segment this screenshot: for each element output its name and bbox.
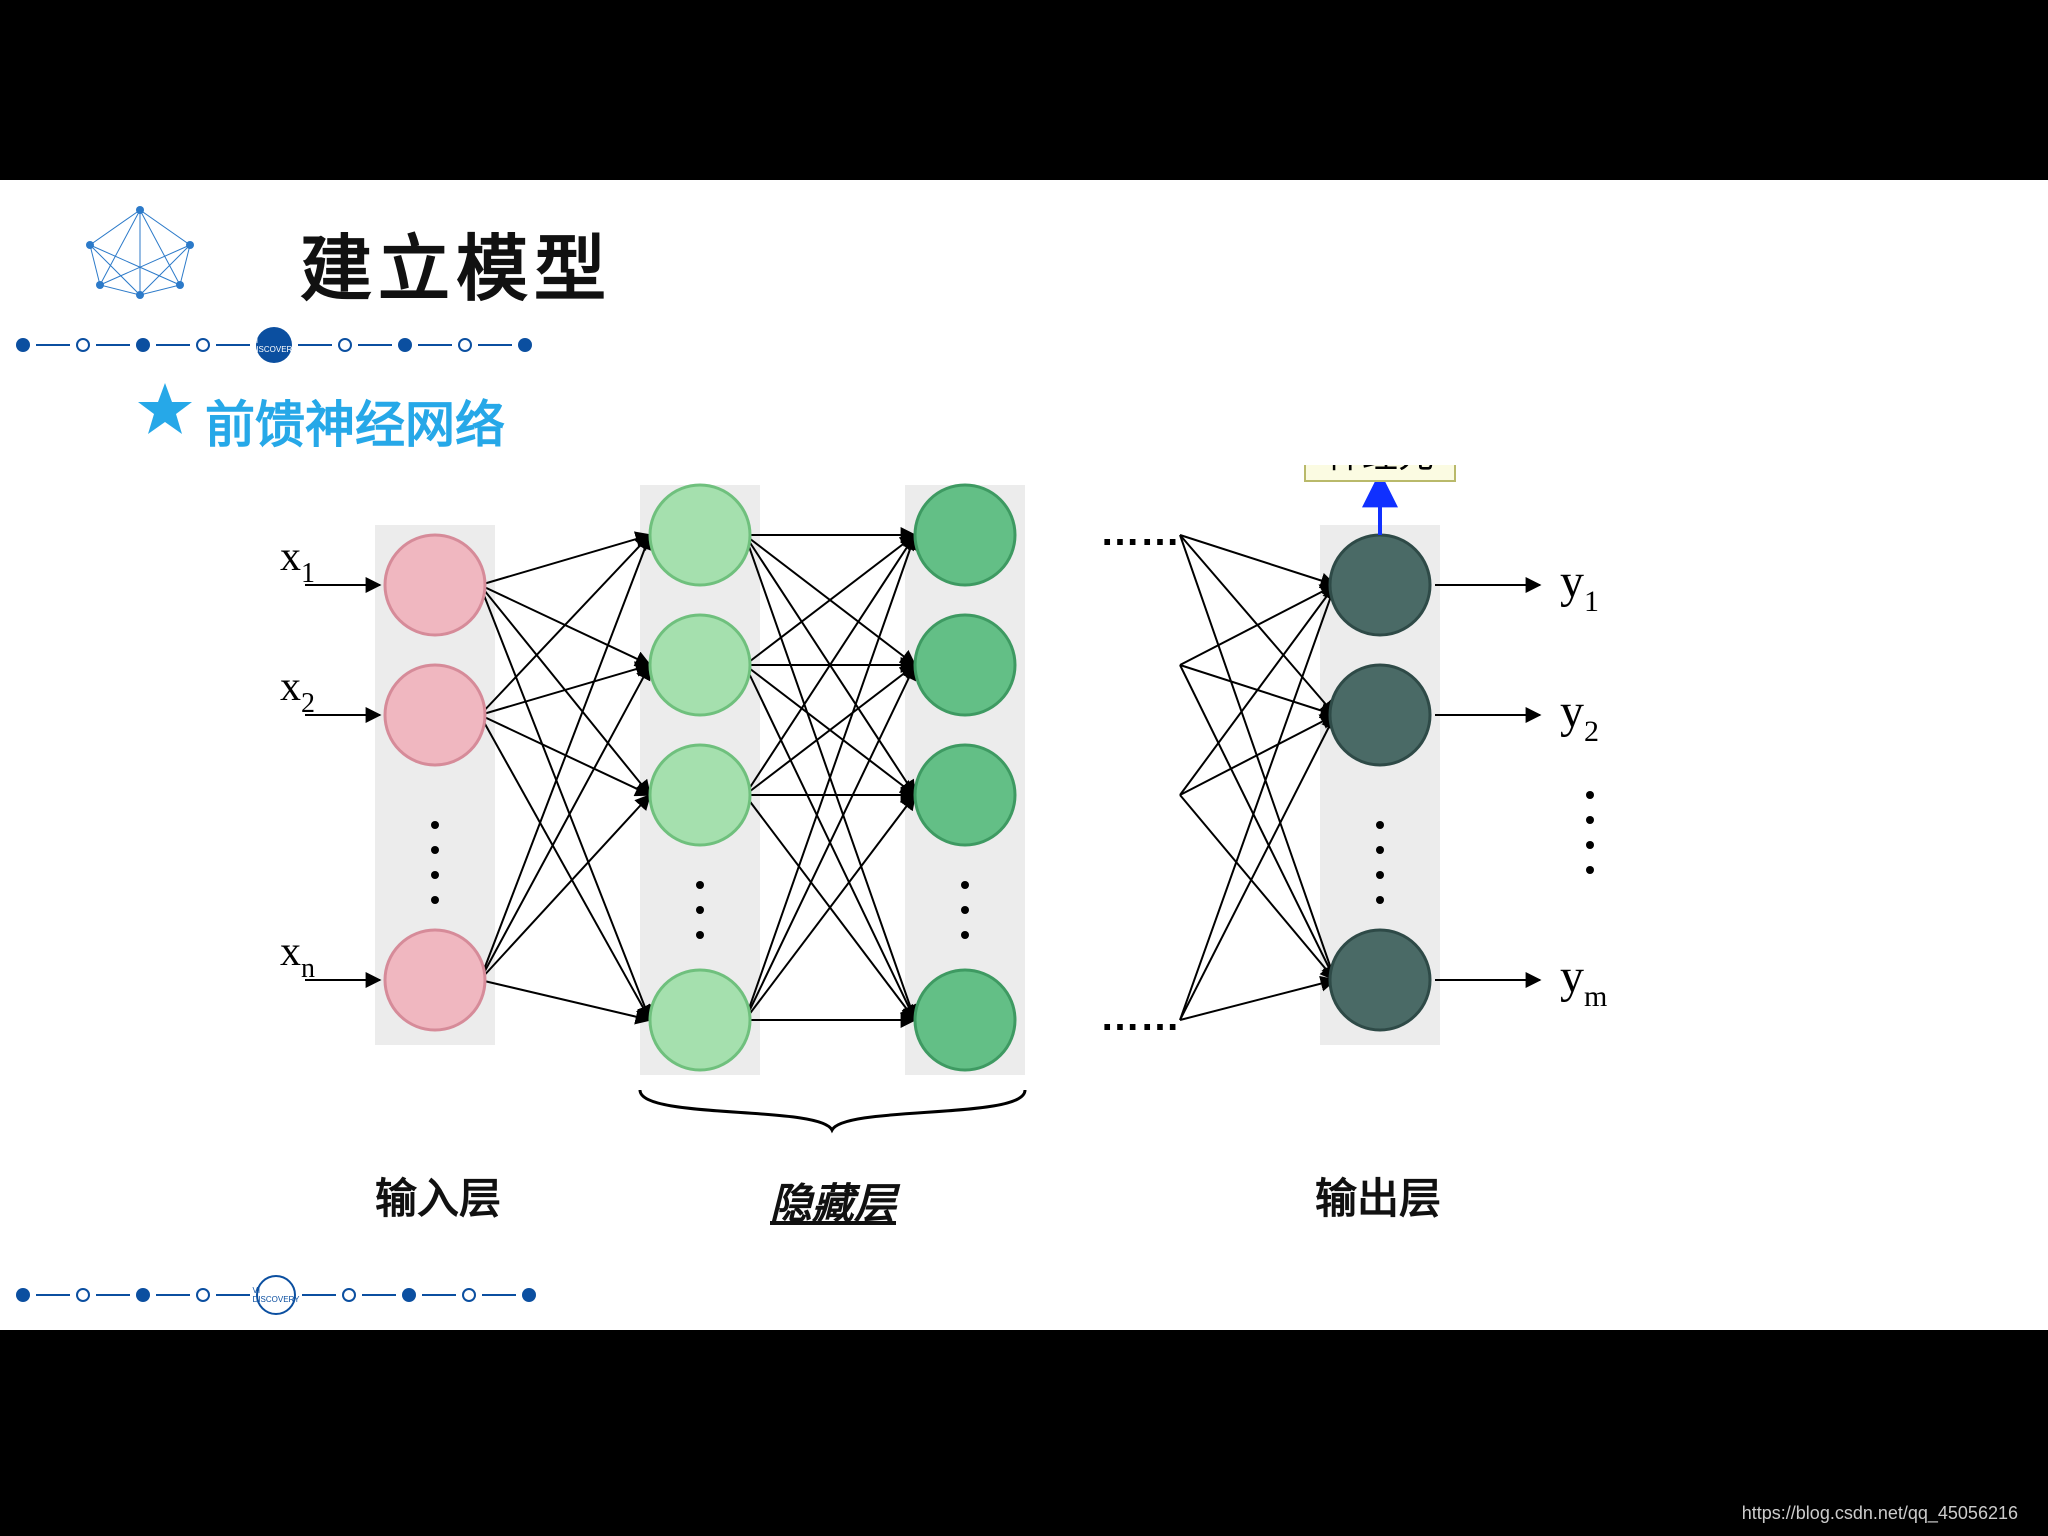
- svg-text:y1: y1: [1560, 555, 1599, 618]
- slide-title: 建立模型: [300, 210, 612, 315]
- decorative-chain-top: AI DISCOVERY: [10, 330, 538, 360]
- svg-text:x2: x2: [280, 664, 315, 719]
- svg-text:ym: ym: [1560, 950, 1607, 1013]
- stage: 建立模型 AI DISCOVERY 前馈神经网络: [0, 0, 2048, 1536]
- watermark: https://blog.csdn.net/qq_45056216: [1742, 1503, 2018, 1524]
- slide-subtitle: 前馈神经网络: [205, 385, 505, 457]
- input-layer-label: 输入层: [375, 1165, 501, 1226]
- svg-text:……: ……: [1100, 995, 1180, 1039]
- badge-label: AI DISCOVERY: [251, 336, 298, 354]
- neuron-callout: 神经元: [1305, 465, 1455, 481]
- brain-network-icon: [70, 200, 210, 300]
- hidden-layer-label: 隐藏层: [770, 1170, 896, 1231]
- output-layer-label: 输出层: [1315, 1165, 1441, 1226]
- star-icon: [135, 380, 195, 440]
- decorative-chain-bottom: VI DISCOVERY: [10, 1280, 2038, 1310]
- svg-text:xn: xn: [280, 929, 315, 984]
- hidden-layer-1: [650, 485, 750, 1070]
- svg-text:x1: x1: [280, 534, 315, 589]
- slide: 建立模型 AI DISCOVERY 前馈神经网络: [0, 180, 2048, 1330]
- hidden-layer-2: [915, 485, 1015, 1070]
- svg-text:y2: y2: [1560, 685, 1599, 748]
- svg-text:……: ……: [1100, 510, 1180, 554]
- badge-label-2: VI DISCOVERY: [253, 1286, 300, 1304]
- svg-text:神经元: 神经元: [1326, 465, 1434, 475]
- neural-network-diagram: …… …… x1 x2 xn y1 y2 ym 神经元: [280, 465, 1760, 1145]
